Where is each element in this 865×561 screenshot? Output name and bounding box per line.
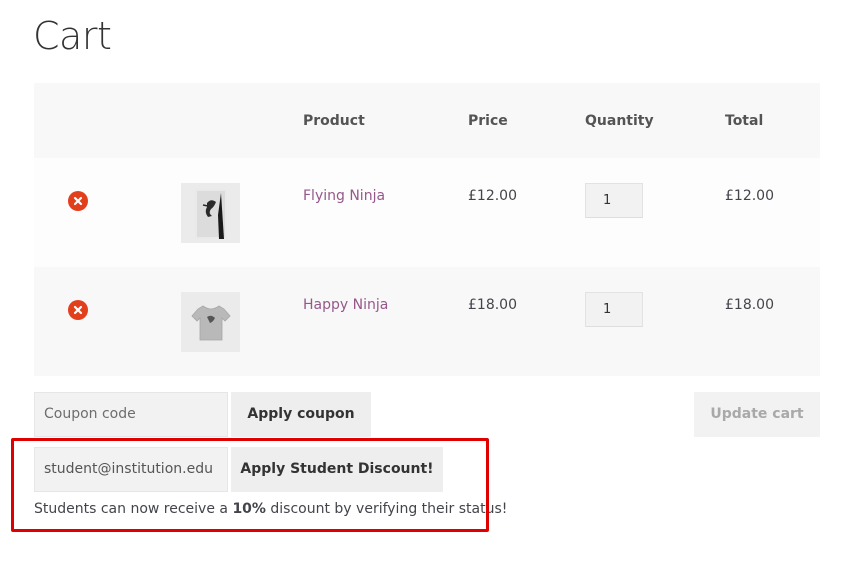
update-cart-button[interactable]: Update cart: [694, 392, 820, 437]
remove-item-button[interactable]: [68, 191, 88, 211]
product-link-happy-ninja[interactable]: Happy Ninja: [303, 297, 388, 313]
total-cell: £12.00: [725, 188, 774, 204]
header-total: Total: [725, 113, 764, 129]
coupon-code-input[interactable]: Coupon code: [34, 392, 228, 437]
price-cell: £12.00: [468, 188, 517, 204]
header-product: Product: [303, 113, 365, 129]
product-thumbnail[interactable]: [181, 292, 240, 352]
price-cell: £18.00: [468, 297, 517, 313]
product-link-flying-ninja[interactable]: Flying Ninja: [303, 188, 385, 204]
table-row: Flying Ninja £12.00 1 £12.00: [34, 158, 820, 267]
quantity-input[interactable]: 1: [585, 183, 643, 218]
close-icon: [73, 196, 83, 206]
table-header: Product Price Quantity Total: [34, 83, 820, 158]
tshirt-icon: [190, 305, 231, 341]
poster-ninja-icon: [194, 189, 227, 239]
header-price: Price: [468, 113, 508, 129]
page-title: Cart: [33, 14, 112, 58]
close-icon: [73, 305, 83, 315]
remove-item-button[interactable]: [68, 300, 88, 320]
product-thumbnail[interactable]: [181, 183, 240, 243]
cart-table: Product Price Quantity Total Flying Ninj…: [34, 83, 820, 376]
header-quantity: Quantity: [585, 113, 654, 129]
apply-coupon-button[interactable]: Apply coupon: [231, 392, 371, 437]
highlight-box: [11, 438, 489, 532]
table-row: Happy Ninja £18.00 1 £18.00: [34, 267, 820, 376]
quantity-input[interactable]: 1: [585, 292, 643, 327]
total-cell: £18.00: [725, 297, 774, 313]
